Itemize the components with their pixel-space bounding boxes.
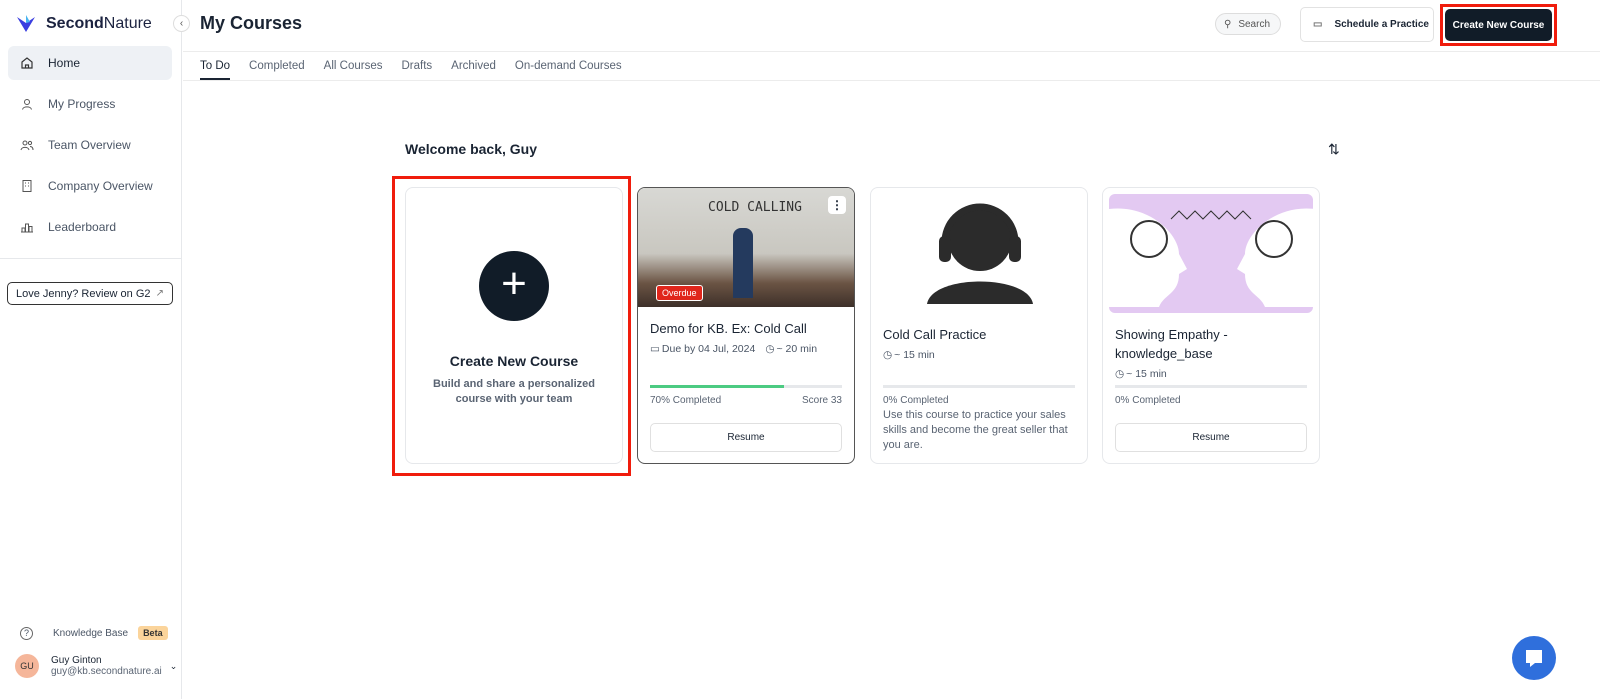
divider — [183, 80, 1600, 81]
user-email: guy@kb.secondnature.ai — [51, 666, 162, 677]
brand-bold: Second — [46, 15, 104, 32]
sort-icon[interactable]: ⇅ — [1328, 141, 1340, 158]
score: Score 33 — [801, 395, 842, 406]
schedule-practice-button[interactable]: ▭ Schedule a Practice — [1300, 7, 1434, 42]
progress-fill — [650, 385, 785, 388]
tabs: To Do Completed All Courses Drafts Archi… — [200, 52, 622, 80]
course-title: Showing Empathy - knowledge_base — [1115, 327, 1228, 361]
empathy-heads-icon — [1109, 208, 1313, 307]
help-icon: ? — [20, 626, 33, 640]
tab-completed[interactable]: Completed — [249, 60, 305, 72]
clock-icon: ◷ — [883, 349, 893, 361]
sidebar-item-label: My Progress — [48, 97, 116, 111]
chevron-down-icon[interactable]: ⌄ — [170, 661, 178, 672]
review-label: Love Jenny? Review on G2 — [16, 287, 151, 300]
sidebar-item-company-overview[interactable]: Company Overview — [8, 169, 172, 203]
duration: ~ 15 min — [894, 349, 935, 361]
tab-on-demand[interactable]: On-demand Courses — [515, 60, 622, 72]
progress-label: 0% Completed — [883, 395, 949, 406]
leaderboard-icon — [21, 223, 33, 233]
chat-launcher-button[interactable] — [1512, 636, 1556, 680]
external-link-icon: ↗ — [155, 288, 164, 299]
tab-drafts[interactable]: Drafts — [401, 60, 432, 72]
sidebar-item-label: Company Overview — [48, 179, 153, 193]
plus-icon: + — [479, 251, 549, 321]
sidebar-item-label: Leaderboard — [48, 220, 117, 234]
course-card[interactable]: COLD CALLING Overdue ⋮ Demo for KB. Ex: … — [637, 187, 855, 464]
logo[interactable]: SecondNature — [16, 14, 152, 34]
home-icon — [21, 57, 33, 69]
sidebar-item-home[interactable]: Home — [8, 46, 172, 80]
tab-all-courses[interactable]: All Courses — [324, 60, 383, 72]
user-menu[interactable]: GU Guy Ginton guy@kb.secondnature.ai ⌄ — [15, 654, 177, 678]
course-image — [877, 194, 1081, 313]
sidebar-item-label: Team Overview — [48, 138, 131, 152]
create-course-card[interactable]: + Create New Course Build and share a pe… — [405, 187, 623, 464]
course-card[interactable]: Cold Call Practice ◷ ~ 15 min 0% Complete… — [870, 187, 1088, 464]
search-icon: ⚲ — [1224, 18, 1232, 30]
sidebar-nav: Home My Progress Team Overview Company O… — [8, 46, 172, 251]
welcome-heading: Welcome back, Guy — [405, 141, 538, 157]
progress-label: 0% Completed — [1115, 395, 1181, 406]
create-new-course-button[interactable]: Create New Course — [1445, 9, 1552, 41]
course-title: Demo for KB. Ex: Cold Call — [650, 321, 807, 336]
clock-icon: ◷ — [765, 343, 775, 355]
image-person — [733, 228, 753, 298]
search-label: Search — [1238, 18, 1271, 30]
sidebar-item-label: Home — [48, 56, 81, 70]
avatar: GU — [15, 654, 39, 678]
more-options-icon[interactable]: ⋮ — [828, 196, 846, 214]
review-g2-button[interactable]: Love Jenny? Review on G2 ↗ — [7, 282, 173, 305]
clock-icon: ◷ — [1115, 368, 1125, 380]
progress-bar — [650, 385, 842, 388]
sidebar-item-my-progress[interactable]: My Progress — [8, 87, 172, 121]
due-date: Due by 04 Jul, 2024 — [661, 343, 756, 355]
chat-icon — [1526, 650, 1542, 667]
duration: ~ 15 min — [1126, 368, 1167, 380]
course-card[interactable]: Showing Empathy - knowledge_base ◷ ~ 15 m… — [1102, 187, 1320, 464]
headset-person-icon — [927, 203, 1033, 304]
create-card-desc: Build and share a personalized course wi… — [433, 378, 595, 405]
tab-archived[interactable]: Archived — [451, 60, 496, 72]
progress-bar — [1115, 385, 1307, 388]
resume-button[interactable]: Resume — [1115, 423, 1307, 452]
building-icon — [22, 180, 32, 192]
create-course-highlight: Create New Course — [1440, 4, 1557, 46]
sidebar: SecondNature Home My Progress Team Overv… — [0, 0, 182, 699]
search-button[interactable]: ⚲ Search — [1215, 13, 1281, 35]
brand-rest: Nature — [103, 15, 152, 32]
course-image — [1109, 194, 1313, 313]
image-text: COLD CALLING — [708, 200, 802, 215]
beta-badge: Beta — [138, 626, 168, 640]
calendar-icon: ▭ — [1313, 19, 1323, 30]
team-icon — [20, 140, 34, 151]
course-image: COLD CALLING Overdue ⋮ — [638, 188, 854, 307]
user-name: Guy Ginton — [51, 655, 102, 666]
tab-to-do[interactable]: To Do — [200, 52, 231, 80]
schedule-label: Schedule a Practice — [1334, 19, 1429, 30]
user-icon — [22, 99, 32, 110]
sidebar-item-team-overview[interactable]: Team Overview — [8, 128, 172, 162]
course-title: Cold Call Practice — [883, 327, 987, 342]
page-title: My Courses — [200, 13, 303, 33]
progress-label: 70% Completed — [650, 395, 722, 406]
logo-icon — [17, 15, 35, 32]
course-description: Use this course to practice your sales s… — [883, 409, 1068, 451]
create-card-title: Create New Course — [449, 353, 579, 369]
duration: ~ 20 min — [776, 343, 818, 355]
calendar-icon: ▭ — [650, 343, 660, 355]
divider — [0, 258, 182, 259]
progress-bar — [883, 385, 1075, 388]
collapse-sidebar-button[interactable]: ‹ — [173, 15, 190, 32]
resume-button[interactable]: Resume — [650, 423, 842, 452]
knowledge-base-link[interactable]: ? Knowledge Base Beta — [20, 626, 168, 640]
overdue-badge: Overdue — [656, 285, 703, 301]
sidebar-item-leaderboard[interactable]: Leaderboard — [8, 210, 172, 244]
knowledge-base-label: Knowledge Base — [53, 627, 129, 639]
